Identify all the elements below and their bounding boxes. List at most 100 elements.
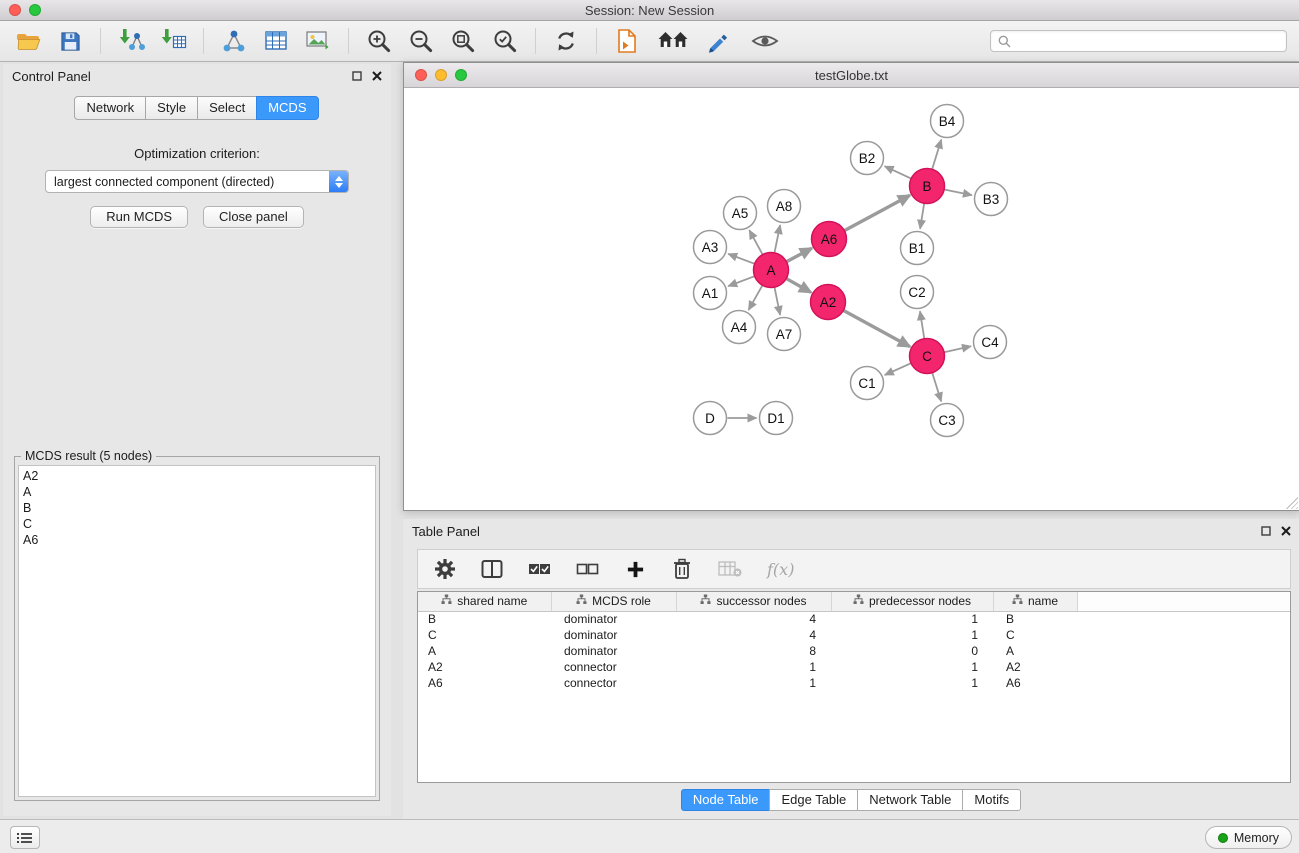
delete-column-icon[interactable] [671,556,693,582]
export-image-icon[interactable] [302,25,334,57]
mcds-result-list[interactable]: A2ABCA6 [18,465,376,797]
graph-node-B1[interactable]: B1 [901,232,934,265]
zoom-in-icon[interactable] [363,25,395,57]
minimize-network-window-button[interactable] [435,69,447,81]
table-row[interactable]: Bdominator41B [418,611,1290,627]
tab-select[interactable]: Select [197,96,257,120]
column-header-predecessor-nodes[interactable]: predecessor nodes [831,592,993,611]
graph-edge-B-B1[interactable] [920,203,924,228]
graph-edge-B-B3[interactable] [944,189,972,195]
mcds-result-item[interactable]: C [23,516,375,532]
graph-edge-B-B4[interactable] [932,140,941,170]
table-row[interactable]: A6connector11A6 [418,675,1290,691]
graph-node-A3[interactable]: A3 [694,231,727,264]
table-row[interactable]: Cdominator41C [418,627,1290,643]
eye-icon[interactable] [749,25,781,57]
task-history-button[interactable] [10,826,40,849]
graph-node-C[interactable]: C [910,339,945,374]
graph-edge-A2-C[interactable] [843,310,910,346]
graph-node-C3[interactable]: C3 [931,404,964,437]
tab-style[interactable]: Style [145,96,198,120]
graph-edge-A-A3[interactable] [728,254,754,264]
graph-edge-C-C1[interactable] [885,363,911,375]
graph-edge-A-A4[interactable] [749,285,763,310]
graph-node-B4[interactable]: B4 [931,105,964,138]
new-table-icon[interactable] [260,25,292,57]
graph-edge-B-B2[interactable] [885,166,911,178]
float-panel-icon[interactable] [352,69,362,84]
graph-edge-A-A2[interactable] [786,279,811,293]
graph-node-D1[interactable]: D1 [760,402,793,435]
mcds-result-item[interactable]: B [23,500,375,516]
graph-edge-A6-B[interactable] [844,195,909,230]
table-row[interactable]: Adominator80A [418,643,1290,659]
zoom-fit-icon[interactable] [447,25,479,57]
close-panel-button[interactable]: Close panel [203,206,304,228]
graph-node-A1[interactable]: A1 [694,277,727,310]
graph-node-B3[interactable]: B3 [975,183,1008,216]
export-document-icon[interactable] [611,25,643,57]
import-table-from-file-icon[interactable] [157,25,189,57]
graph-edge-A-A6[interactable] [786,248,811,262]
column-header-mcds-role[interactable]: MCDS role [551,592,676,611]
column-header-shared-name[interactable]: shared name [418,592,551,611]
graph-edge-A-A5[interactable] [749,230,762,254]
close-network-window-button[interactable] [415,69,427,81]
open-session-icon[interactable] [12,25,44,57]
deselect-all-rows-icon[interactable] [576,556,599,582]
new-network-icon[interactable] [218,25,250,57]
window-resize-grip[interactable] [1286,497,1298,509]
close-panel-icon[interactable] [372,69,382,84]
graph-node-C4[interactable]: C4 [974,326,1007,359]
show-columns-icon[interactable] [481,556,503,582]
graph-node-A6[interactable]: A6 [812,222,847,257]
float-table-panel-icon[interactable] [1261,524,1271,539]
tab-edge-table[interactable]: Edge Table [769,789,858,811]
zoom-out-icon[interactable] [405,25,437,57]
graph-node-B[interactable]: B [910,169,945,204]
criterion-dropdown[interactable]: largest connected component (directed) [45,170,349,193]
mcds-result-item[interactable]: A6 [23,532,375,548]
graph-edge-A-A8[interactable] [774,225,780,253]
graph-node-C1[interactable]: C1 [851,367,884,400]
zoom-window-button[interactable] [29,4,41,16]
network-window-titlebar[interactable]: testGlobe.txt [404,63,1299,88]
graph-edge-A-A1[interactable] [728,276,754,286]
graph-node-A2[interactable]: A2 [811,285,846,320]
node-table-container[interactable]: shared nameMCDS rolesuccessor nodesprede… [417,591,1291,783]
graph-node-A[interactable]: A [754,253,789,288]
apply-layout-icon[interactable] [550,25,582,57]
network-canvas[interactable]: B4 B2 B B3 A5 A8 A6 B1 A3 A C2 A1 A2 A4 A7 C4 C C1 C3 D D1 [404,89,1299,510]
graph-edge-C-C2[interactable] [920,311,924,338]
search-field[interactable] [990,30,1287,52]
zoom-network-window-button[interactable] [455,69,467,81]
memory-button[interactable]: Memory [1205,826,1292,849]
run-mcds-button[interactable]: Run MCDS [90,206,188,228]
create-column-icon[interactable] [624,556,646,582]
graph-node-B2[interactable]: B2 [851,142,884,175]
tab-network[interactable]: Network [74,96,146,120]
table-settings-gear-icon[interactable] [434,556,456,582]
annotation-pen-icon[interactable] [703,25,735,57]
tab-node-table[interactable]: Node Table [681,789,771,811]
import-network-from-file-icon[interactable] [115,25,147,57]
graph-node-A5[interactable]: A5 [724,197,757,230]
save-session-icon[interactable] [54,25,86,57]
column-header-name[interactable]: name [993,592,1077,611]
graph-node-D[interactable]: D [694,402,727,435]
graph-edge-C-C4[interactable] [944,346,971,352]
graph-node-A4[interactable]: A4 [723,311,756,344]
mcds-result-item[interactable]: A [23,484,375,500]
home-icon[interactable] [657,25,689,57]
close-window-button[interactable] [9,4,21,16]
graph-node-A7[interactable]: A7 [768,318,801,351]
mcds-result-item[interactable]: A2 [23,468,375,484]
tab-motifs[interactable]: Motifs [962,789,1021,811]
table-row[interactable]: A2connector11A2 [418,659,1290,675]
column-header-successor-nodes[interactable]: successor nodes [676,592,831,611]
graph-node-A8[interactable]: A8 [768,190,801,223]
select-all-rows-icon[interactable] [528,556,551,582]
tab-mcds[interactable]: MCDS [256,96,318,120]
graph-node-C2[interactable]: C2 [901,276,934,309]
search-input[interactable] [1016,34,1279,48]
